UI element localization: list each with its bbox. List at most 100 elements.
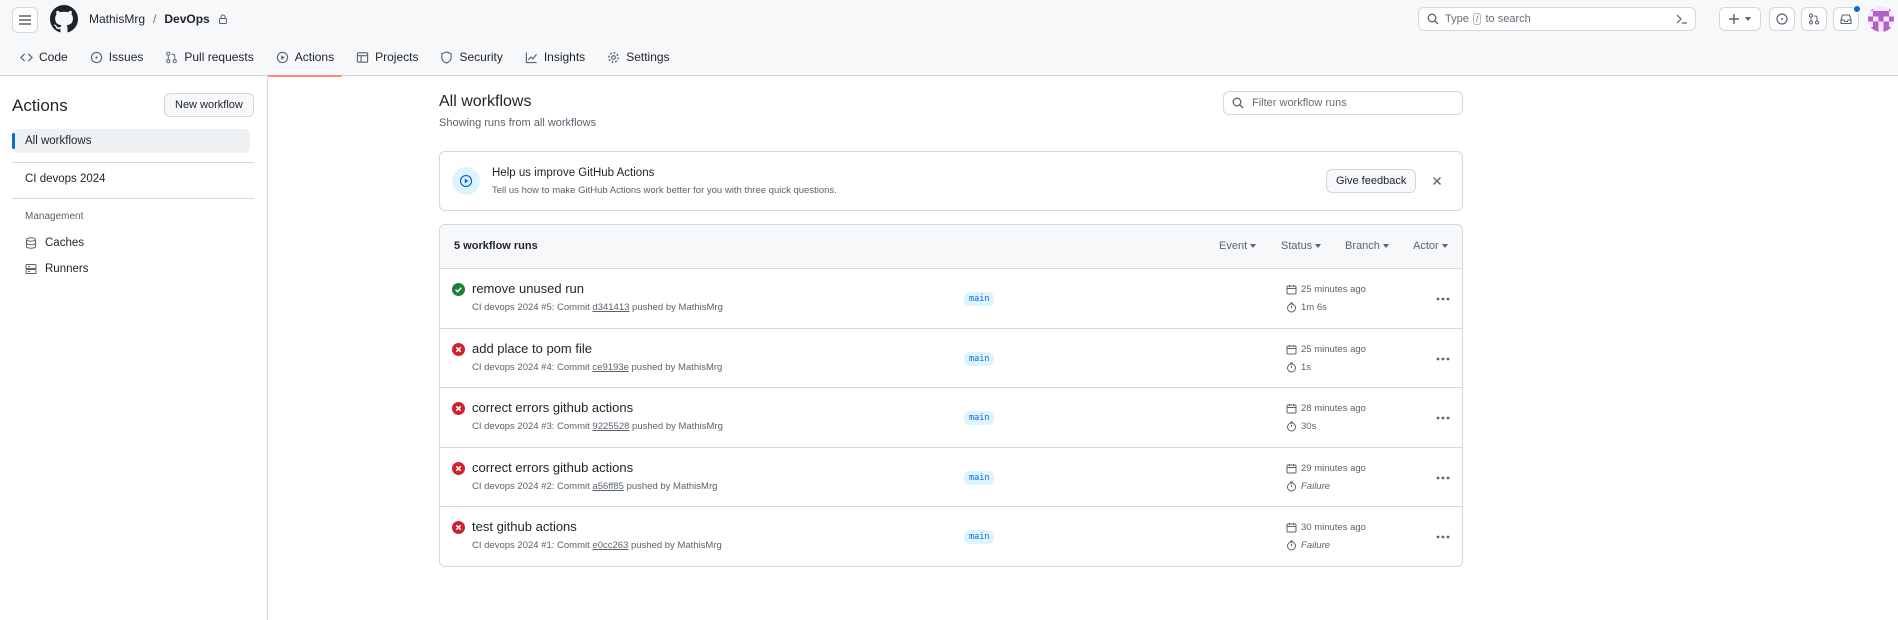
server-icon xyxy=(25,264,37,274)
branch-label[interactable]: main xyxy=(964,411,995,425)
branch-label[interactable]: main xyxy=(964,351,995,366)
menu-button[interactable] xyxy=(12,7,38,33)
issues-button[interactable] xyxy=(1769,7,1795,31)
tab-insights[interactable]: Insights xyxy=(517,44,593,70)
lock-icon xyxy=(218,14,227,24)
search-icon xyxy=(1427,13,1439,25)
tab-label: Projects xyxy=(375,50,419,64)
repo-name-link[interactable]: DevOps xyxy=(164,12,209,26)
global-header: MathisMrg / DevOps Type / to search Code… xyxy=(0,0,1898,77)
play-icon xyxy=(452,167,480,195)
stopwatch-icon xyxy=(1287,540,1296,551)
commit-sha-link[interactable]: d341413 xyxy=(592,302,629,313)
workflow-run-row[interactable]: test github actions CI devops 2024 #1: C… xyxy=(440,507,1462,566)
commit-sha-link[interactable]: 9225528 xyxy=(592,421,629,432)
run-duration-text: 1m 6s xyxy=(1301,302,1327,313)
calendar-icon xyxy=(1286,523,1297,533)
tab-pull-requests[interactable]: Pull requests xyxy=(157,44,261,70)
kebab-horizontal-icon[interactable] xyxy=(1435,529,1451,545)
workflow-run-row[interactable]: add place to pom file CI devops 2024 #4:… xyxy=(440,329,1462,388)
branch-label[interactable]: main xyxy=(964,470,995,485)
commit-sha-link[interactable]: e0cc263 xyxy=(592,540,628,551)
branch-filter-dropdown[interactable]: Branch xyxy=(1345,240,1389,252)
tab-settings[interactable]: Settings xyxy=(599,44,677,70)
branch-label[interactable]: main xyxy=(964,292,995,306)
command-palette-icon[interactable] xyxy=(1675,12,1689,26)
x-circle-icon xyxy=(452,461,465,475)
gear-icon xyxy=(608,51,620,63)
search-input[interactable]: Type / to search xyxy=(1418,7,1696,31)
search-shortcut-key: / xyxy=(1472,13,1482,25)
shield-icon xyxy=(441,50,453,64)
create-new-button[interactable] xyxy=(1719,7,1761,31)
run-time: 25 minutes ago xyxy=(1286,284,1366,295)
workflow-run-row[interactable]: correct errors github actions CI devops … xyxy=(440,448,1462,507)
sidebar-item-caches[interactable]: Caches xyxy=(12,231,250,255)
banner-subtitle: Tell us how to make GitHub Actions work … xyxy=(492,185,837,196)
close-icon[interactable] xyxy=(1428,172,1446,190)
filter-label: Status xyxy=(1281,240,1313,252)
sidebar-divider xyxy=(12,162,254,163)
stopwatch-icon xyxy=(1287,421,1296,432)
workflow-run-row[interactable]: correct errors github actions CI devops … xyxy=(440,388,1462,448)
calendar-icon xyxy=(1286,404,1297,414)
tab-label: Pull requests xyxy=(184,50,254,64)
chevron-down-icon xyxy=(1441,244,1448,248)
tab-projects[interactable]: Projects xyxy=(348,44,426,70)
run-meta: CI devops 2024 #5: Commit d341413 pushed… xyxy=(472,302,723,313)
run-time-text: 30 minutes ago xyxy=(1301,522,1366,533)
sidebar-item-ci-devops-2024[interactable]: CI devops 2024 xyxy=(12,167,250,191)
run-meta: CI devops 2024 #3: Commit 9225528 pushed… xyxy=(472,421,723,432)
commit-sha-link[interactable]: a56ff85 xyxy=(592,481,624,492)
run-title-link[interactable]: remove unused run xyxy=(472,281,584,296)
run-time-text: 28 minutes ago xyxy=(1301,403,1366,414)
database-icon xyxy=(26,237,36,249)
run-title-link[interactable]: correct errors github actions xyxy=(472,460,633,475)
search-placeholder-suffix: to search xyxy=(1485,13,1531,25)
run-time: 30 minutes ago xyxy=(1286,522,1366,533)
actions-sidebar: Actions New workflow All workflows CI de… xyxy=(0,76,268,620)
commit-sha-link[interactable]: ce9193e xyxy=(592,362,628,373)
event-filter-dropdown[interactable]: Event xyxy=(1219,240,1257,252)
run-meta-suffix: pushed by MathisMrg xyxy=(626,480,718,492)
tab-label: Insights xyxy=(543,50,586,64)
kebab-horizontal-icon[interactable] xyxy=(1435,470,1451,486)
tab-issues[interactable]: Issues xyxy=(82,44,152,70)
sidebar-heading-management: Management xyxy=(25,211,84,222)
runs-list-header: 5 workflow runs Event Status Branch Acto… xyxy=(440,225,1462,269)
status-filter-dropdown[interactable]: Status xyxy=(1281,240,1322,252)
filter-label: Branch xyxy=(1345,240,1380,252)
run-time-text: 25 minutes ago xyxy=(1301,284,1366,295)
tab-actions[interactable]: Actions xyxy=(267,44,343,77)
tab-security[interactable]: Security xyxy=(432,44,510,70)
workflow-run-row[interactable]: remove unused run CI devops 2024 #5: Com… xyxy=(440,269,1462,329)
run-duration-text: 1s xyxy=(1301,361,1312,373)
new-workflow-button[interactable]: New workflow xyxy=(164,93,254,117)
run-duration-text: Failure xyxy=(1301,480,1331,492)
run-title-link[interactable]: test github actions xyxy=(472,519,577,534)
filter-workflow-runs-input[interactable]: Filter workflow runs xyxy=(1223,91,1463,115)
actor-filter-dropdown[interactable]: Actor xyxy=(1413,240,1448,252)
filter-label: Event xyxy=(1219,240,1248,252)
run-title-link[interactable]: add place to pom file xyxy=(472,341,592,356)
kebab-horizontal-icon[interactable] xyxy=(1435,291,1451,307)
run-meta-prefix: CI devops 2024 #2: Commit xyxy=(472,480,590,492)
branch-label[interactable]: main xyxy=(964,530,995,544)
sidebar-item-label: Runners xyxy=(45,263,89,275)
tab-code[interactable]: Code xyxy=(12,44,76,70)
run-duration: 1s xyxy=(1286,362,1311,373)
sidebar-title: Actions xyxy=(12,96,68,115)
avatar[interactable] xyxy=(1868,6,1894,32)
tab-label: Settings xyxy=(626,50,670,64)
run-title-link[interactable]: correct errors github actions xyxy=(472,400,633,415)
issue-opened-icon xyxy=(90,51,102,63)
calendar-icon xyxy=(1286,344,1297,354)
sidebar-item-runners[interactable]: Runners xyxy=(12,257,250,281)
kebab-horizontal-icon[interactable] xyxy=(1435,351,1451,367)
sidebar-item-all-workflows[interactable]: All workflows xyxy=(12,129,250,153)
pull-requests-button[interactable] xyxy=(1801,7,1827,31)
repo-owner-link[interactable]: MathisMrg xyxy=(89,12,145,26)
give-feedback-button[interactable]: Give feedback xyxy=(1326,169,1417,193)
kebab-horizontal-icon[interactable] xyxy=(1435,410,1451,426)
github-logo-icon[interactable] xyxy=(50,5,78,33)
